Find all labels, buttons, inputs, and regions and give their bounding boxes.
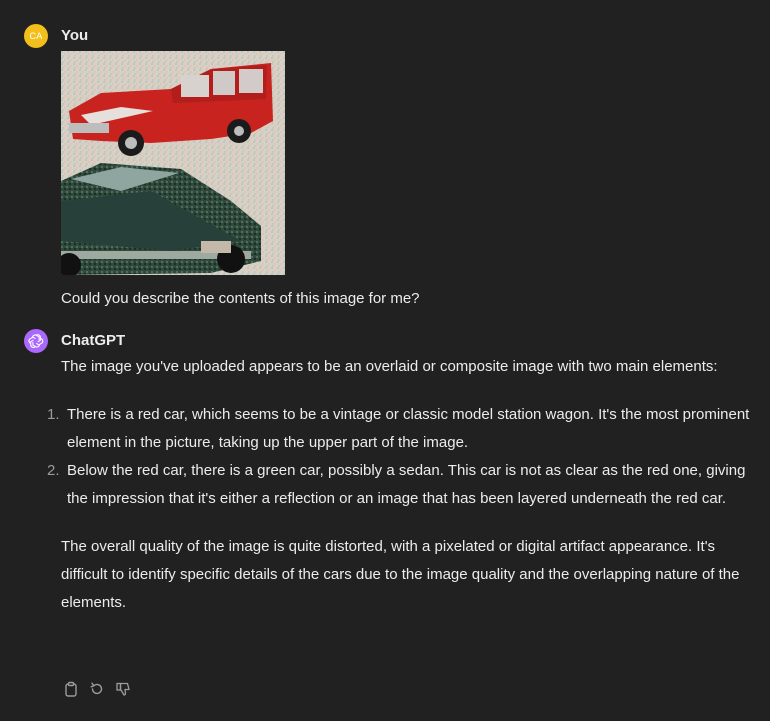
- assistant-intro: The image you've uploaded appears to be …: [61, 358, 718, 375]
- user-avatar: CA: [24, 24, 48, 48]
- list-item: 1. There is a red car, which seems to be…: [47, 401, 751, 457]
- clipboard-icon[interactable]: [61, 679, 81, 699]
- message-actions: [61, 679, 133, 699]
- list-item-text: Below the red car, there is a green car,…: [67, 462, 746, 507]
- thumbs-down-icon[interactable]: [113, 679, 133, 699]
- assistant-outro: The overall quality of the image is quit…: [61, 538, 740, 611]
- assistant-author-name: ChatGPT: [61, 332, 126, 349]
- uploaded-image-graphic: [61, 51, 285, 275]
- openai-logo-icon: [28, 334, 44, 348]
- list-item-text: There is a red car, which seems to be a …: [67, 406, 750, 451]
- user-avatar-initials: CA: [29, 31, 43, 41]
- user-message-text: Could you describe the contents of this …: [61, 290, 420, 307]
- list-number: 2.: [47, 462, 60, 479]
- assistant-list: 1. There is a red car, which seems to be…: [47, 401, 751, 513]
- user-author-name: You: [61, 27, 89, 44]
- list-item: 2. Below the red car, there is a green c…: [47, 457, 751, 513]
- regenerate-icon[interactable]: [87, 679, 107, 699]
- list-number: 1.: [47, 406, 60, 423]
- uploaded-image[interactable]: [61, 51, 285, 275]
- chatgpt-avatar: [24, 329, 48, 353]
- assistant-message-body: The image you've uploaded appears to be …: [47, 353, 751, 617]
